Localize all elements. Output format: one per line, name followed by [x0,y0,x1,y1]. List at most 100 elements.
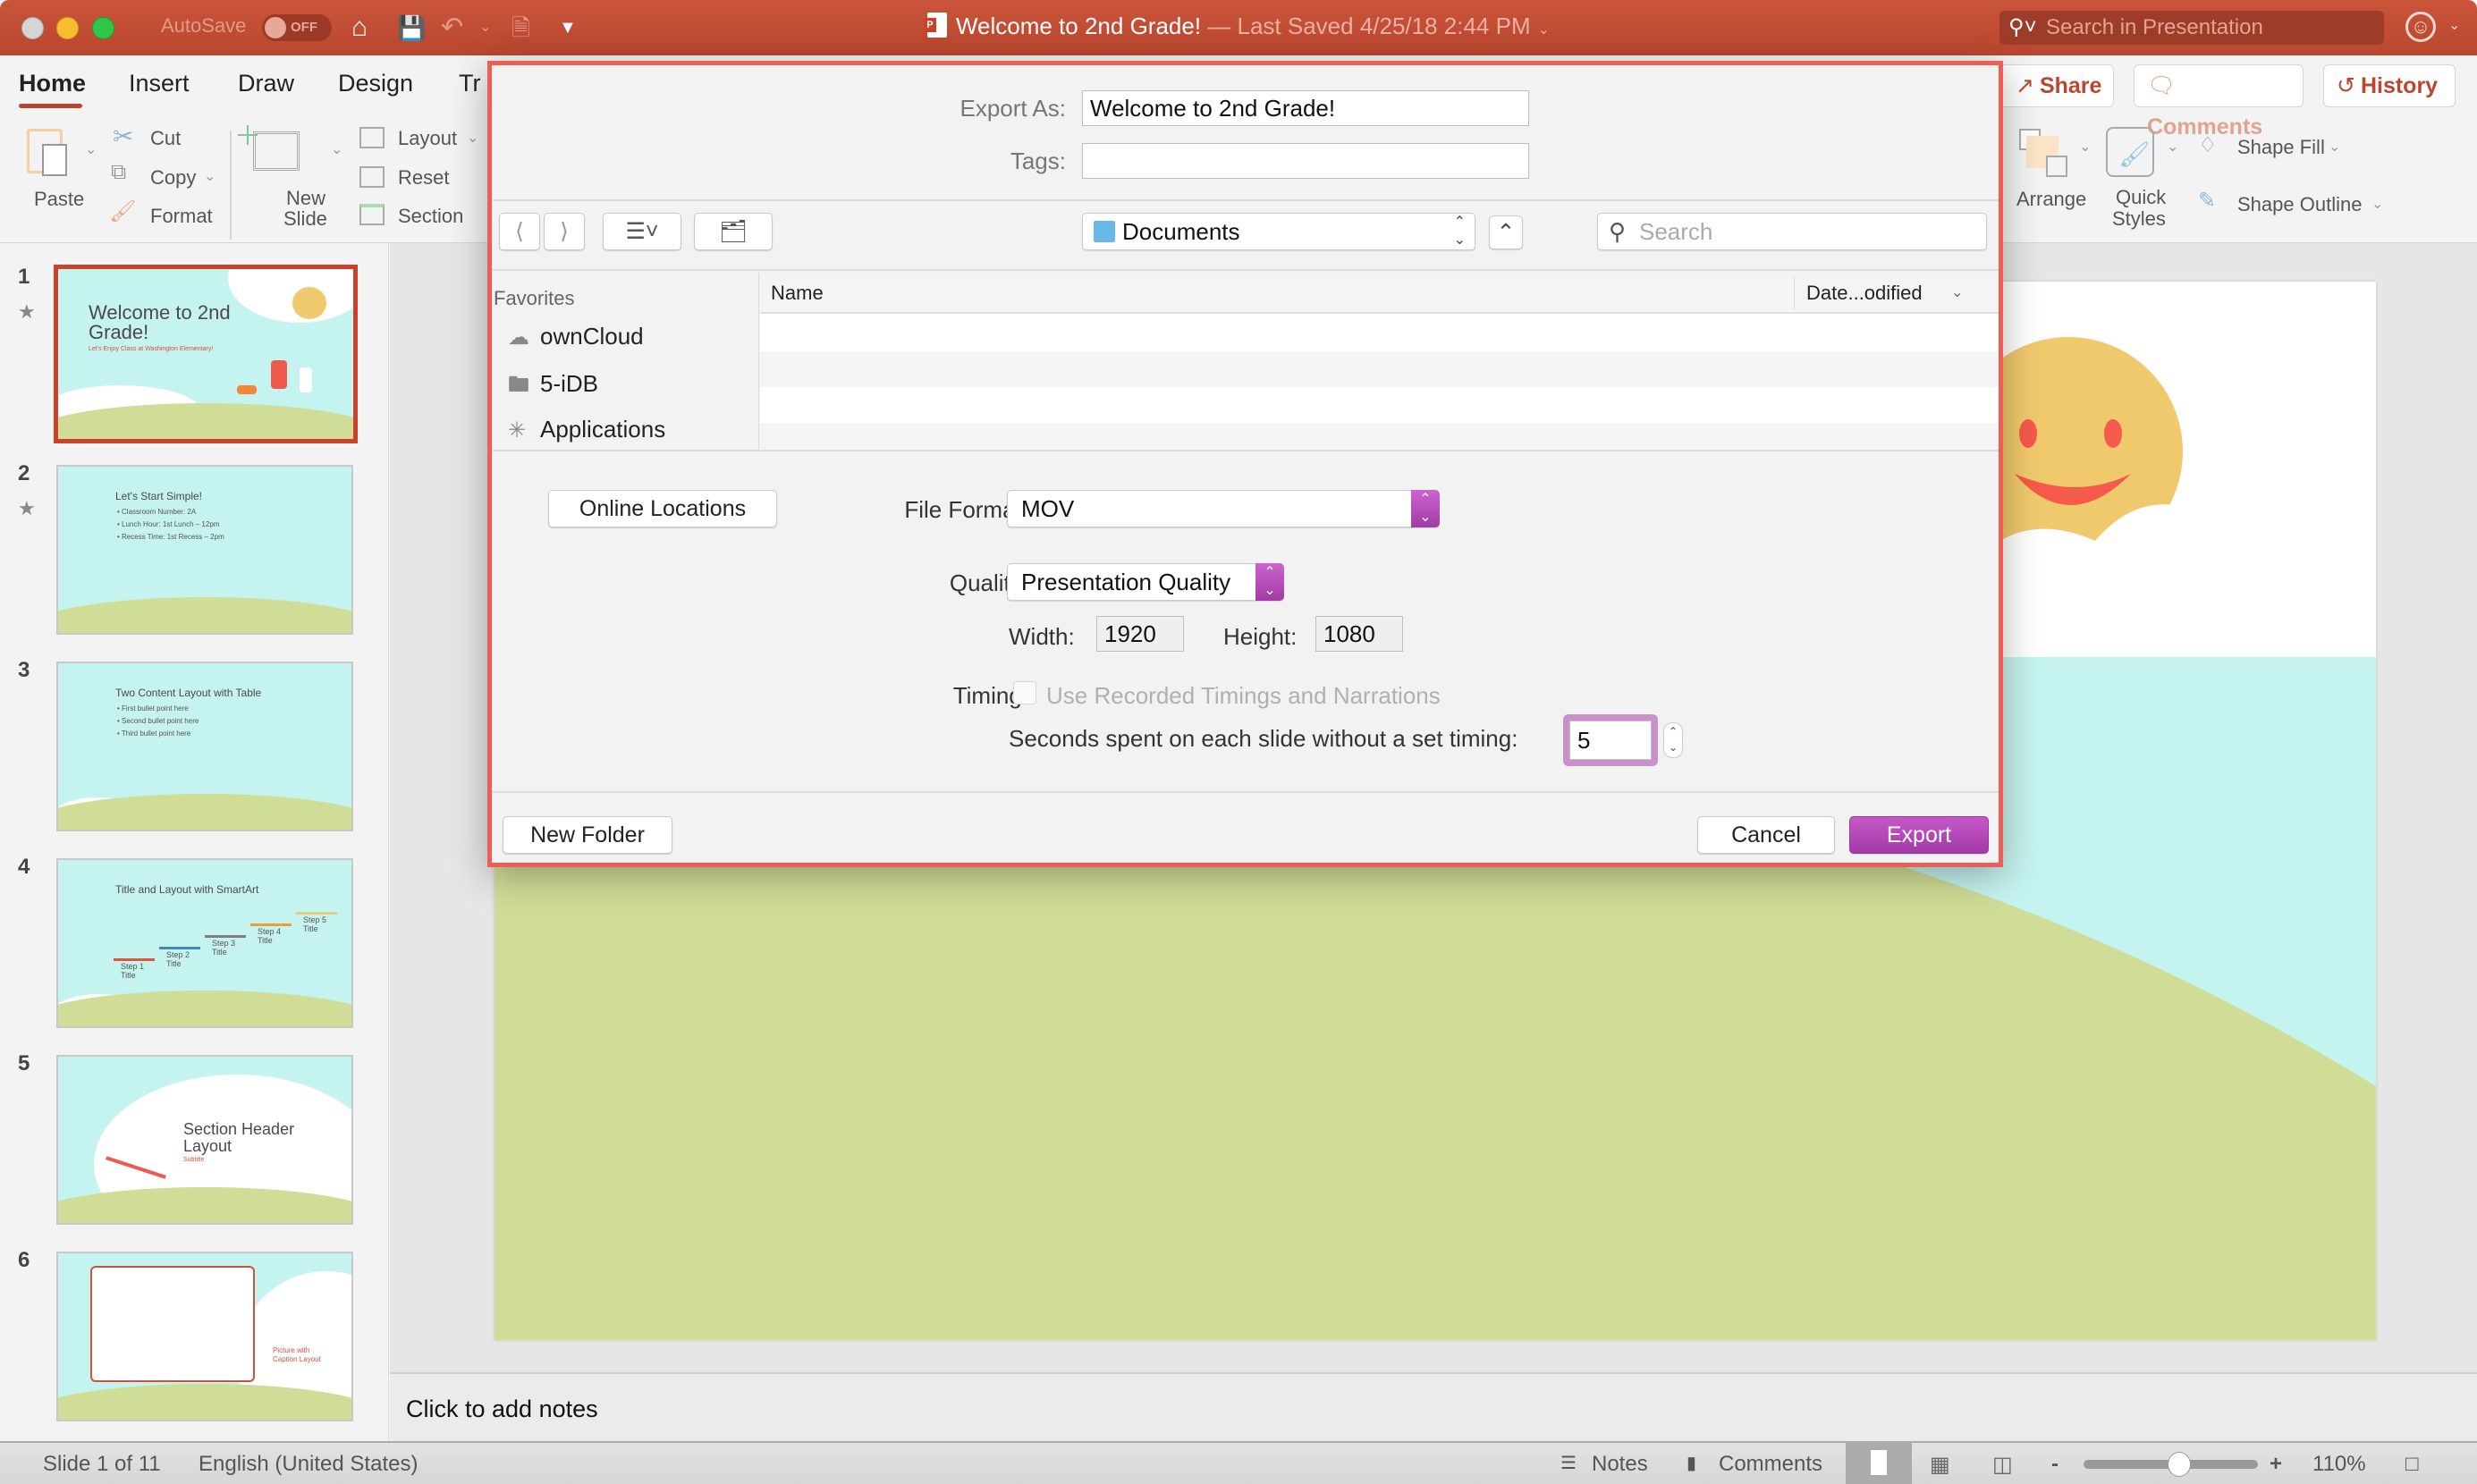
layout-icon[interactable] [359,127,385,148]
feedback-smiley-icon[interactable]: ☺ [2405,12,2436,42]
paste-label[interactable]: Paste [34,188,84,211]
paste-icon[interactable] [27,129,67,176]
shape-fill-button[interactable]: Shape Fill [2237,136,2325,159]
notes-pane[interactable]: Click to add notes [390,1372,2477,1441]
slide-thumbnail-1[interactable]: Welcome to 2nd Grade! Let's Enjoy Class … [54,265,358,443]
export-button[interactable]: Export [1849,816,1989,854]
slide-thumbnail-6[interactable]: Picture with Caption Layout [56,1252,353,1421]
file-format-popup[interactable]: MOV ⌃ ⌄ [1007,490,1440,527]
history-label: History [2360,73,2439,98]
forward-button[interactable]: ⟩ [544,213,585,250]
zoom-slider[interactable] [2084,1452,2258,1477]
paste-dropdown-icon[interactable]: ⌄ [85,140,97,158]
seconds-stepper[interactable]: ⌃ ⌄ [1663,722,1683,758]
slide-sorter-icon[interactable]: ▦ [1930,1452,1950,1478]
normal-view-button[interactable] [1846,1443,1912,1484]
thumbnail-bullet: • Recess Time: 1st Recess – 2pm [117,533,224,541]
quick-styles-dropdown-icon[interactable]: ⌄ [2167,138,2178,156]
width-input[interactable] [1096,616,1184,652]
slideshow-icon[interactable]: ◫ [1992,1452,2013,1478]
shape-outline-dropdown-icon[interactable]: ⌄ [2371,195,2383,213]
file-list[interactable]: Name Date...odified ⌄ [760,273,1999,450]
location-popup[interactable]: Documents ⌃ ⌄ [1082,213,1475,250]
quality-popup[interactable]: Presentation Quality ⌃ ⌄ [1007,563,1284,601]
search-in-presentation-input[interactable]: ⚲˅ Search in Presentation [1999,11,2384,45]
zoom-out-button[interactable]: - [2051,1452,2059,1477]
copy-button[interactable]: Copy [150,166,196,190]
ribbon-separator [230,131,232,240]
favorite-5-idb[interactable]: 🖿 5-iDB [508,369,598,406]
fit-to-window-icon[interactable]: □ [2405,1452,2419,1477]
favorite-owncloud[interactable]: ☁ ownCloud [508,323,644,350]
zoom-level[interactable]: 110% [2312,1452,2366,1477]
zoom-in-button[interactable]: + [2270,1452,2282,1477]
layout-dropdown-icon[interactable]: ⌄ [467,129,478,147]
tags-input[interactable] [1082,143,1529,179]
quick-styles-icon[interactable]: 🖌 [2106,127,2154,177]
seconds-label: Seconds spent on each slide without a se… [1009,725,1518,752]
sort-chevron-icon[interactable]: ⌄ [1951,283,1963,301]
shape-fill-dropdown-icon[interactable]: ⌄ [2329,138,2340,156]
layout-button[interactable]: Layout [398,127,457,150]
section-icon[interactable] [359,204,385,225]
new-folder-button[interactable]: New Folder [503,816,672,854]
quick-styles-label-2[interactable]: Styles [2112,207,2166,231]
section-button[interactable]: Section [398,205,463,228]
comments-icon[interactable]: ▮ [1687,1452,1696,1474]
slide-thumbnail-4[interactable]: Title and Layout with SmartArt Step 1 Ti… [56,858,353,1028]
copy-dropdown-icon[interactable]: ⌄ [204,167,216,185]
column-date-modified[interactable]: Date...odified [1806,282,1923,305]
arrange-label[interactable]: Arrange [2016,188,2086,211]
sun-eye-right [2104,419,2122,448]
new-slide-icon[interactable] [238,125,300,171]
share-label: Share [2039,73,2102,98]
cancel-button[interactable]: Cancel [1697,816,1835,854]
comments-button[interactable]: 🗨Comments [2134,64,2304,139]
new-folder-icon-button[interactable]: 🗂 [694,213,773,250]
column-name[interactable]: Name [771,282,824,305]
tab-design[interactable]: Design [338,70,413,97]
format-painter-icon[interactable]: 🖌 [109,198,136,224]
online-locations-button[interactable]: Online Locations [548,490,777,527]
height-input[interactable] [1315,616,1403,652]
shape-outline-icon[interactable]: ✎ [2198,188,2216,214]
new-slide-label-2[interactable]: Slide [283,207,327,231]
share-button[interactable]: ↗ Share [2003,64,2114,107]
cut-icon[interactable]: ✂ [113,122,133,151]
format-painter-button[interactable]: Format [150,205,213,228]
tab-draw[interactable]: Draw [238,70,294,97]
tab-insert[interactable]: Insert [129,70,190,97]
expand-collapse-button[interactable]: ⌃ [1489,215,1523,249]
dialog-search-input[interactable]: ⚲ Search [1597,213,1987,250]
arrange-dropdown-icon[interactable]: ⌄ [2079,138,2091,156]
tab-transitions[interactable]: Tr [459,70,480,97]
reset-icon[interactable] [359,166,385,188]
quick-styles-label-1[interactable]: Quick [2116,186,2166,209]
comments-toggle-button[interactable]: Comments [1719,1452,1822,1477]
cut-button[interactable]: Cut [150,127,181,150]
language[interactable]: English (United States) [199,1452,418,1477]
slide-thumbnail-5[interactable]: Section Header Layout Subtitle [56,1055,353,1225]
notes-placeholder[interactable]: Click to add notes [406,1395,598,1423]
slide-thumbnails-panel[interactable]: 1 ★ Welcome to 2nd Grade! Let's Enjoy Cl… [0,243,389,1441]
slide-thumbnail-3[interactable]: Two Content Layout with Table • First bu… [56,662,353,831]
favorite-applications[interactable]: ✳ Applications [508,416,665,443]
history-button[interactable]: ↺ History [2323,64,2456,107]
notes-toggle-button[interactable]: Notes [1592,1452,1648,1477]
seconds-input[interactable] [1569,721,1652,760]
new-slide-dropdown-icon[interactable]: ⌄ [331,140,342,158]
slide-thumbnail-2[interactable]: Let's Start Simple! • Classroom Number: … [56,465,353,635]
shape-fill-icon[interactable]: ♢ [2198,132,2218,158]
shape-outline-button[interactable]: Shape Outline [2237,193,2362,216]
copy-icon[interactable]: ⧉ [111,160,126,185]
notes-icon[interactable]: ☰ [1560,1452,1577,1474]
feedback-dropdown-icon[interactable]: ⌄ [2448,16,2460,34]
back-button[interactable]: ⟨ [499,213,540,250]
zoom-slider-thumb[interactable] [2168,1452,2192,1477]
title-dropdown-icon[interactable]: ⌄ [1538,22,1550,38]
reset-button[interactable]: Reset [398,166,449,190]
tab-home[interactable]: Home [19,70,86,97]
use-recorded-timings-checkbox[interactable] [1013,681,1036,704]
view-options-button[interactable]: ☰˅ [603,213,681,250]
export-as-input[interactable] [1082,90,1529,126]
